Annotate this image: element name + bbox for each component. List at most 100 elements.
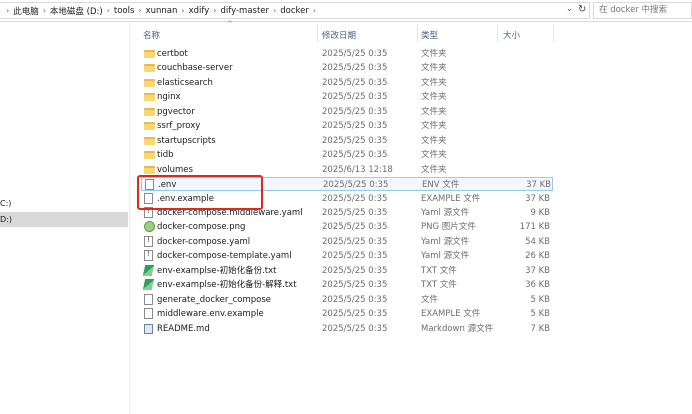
folder-icon	[144, 151, 155, 160]
address-bar: › 此电脑 › 本地磁盘 (D:) › tools › xunnan › xdi…	[0, 0, 692, 22]
file-type: ENV 文件	[422, 180, 460, 191]
file-size: 37 KB	[526, 180, 551, 191]
file-type: 文件夹	[421, 49, 447, 59]
nav-item-drive-d[interactable]: D:)	[0, 212, 128, 227]
markdown-file-icon	[144, 323, 153, 334]
file-name: elasticsearch	[157, 77, 213, 88]
file-type: TXT 文件	[421, 280, 457, 291]
column-date[interactable]: 修改日期	[322, 29, 356, 41]
breadcrumb-item[interactable]: 本地磁盘 (D:)	[50, 5, 103, 17]
breadcrumb-item[interactable]: xunnan	[146, 6, 178, 16]
folder-icon	[144, 165, 155, 174]
breadcrumb[interactable]: › 此电脑 › 本地磁盘 (D:) › tools › xunnan › xdi…	[0, 2, 590, 19]
file-type: 文件夹	[421, 77, 447, 88]
highlight-annotation	[137, 175, 263, 210]
file-date: 2025/5/25 0:35	[323, 180, 389, 191]
file-row[interactable]: elasticsearch 2025/5/25 0:35 文件夹	[141, 76, 553, 90]
chevron-right-icon[interactable]: ›	[43, 6, 46, 15]
file-size: 36 KB	[525, 280, 550, 291]
file-name: env-examplse-初始化备份.txt	[157, 265, 277, 276]
file-row[interactable]: middleware.env.example 2025/5/25 0:35 EXAM…	[141, 307, 553, 321]
history-dropdown-icon[interactable]: ⌄	[566, 4, 573, 13]
file-date: 2025/5/25 0:35	[322, 121, 388, 132]
file-row[interactable]: docker-compose.png 2025/5/25 0:35 PNG 图片文件…	[141, 220, 553, 234]
file-date: 2025/5/25 0:35	[322, 77, 388, 88]
file-row[interactable]: startupscripts 2025/5/25 0:35 文件夹	[141, 134, 553, 148]
folder-icon	[144, 64, 155, 73]
refresh-icon[interactable]: ↻	[578, 3, 590, 17]
file-name: couchbase-server	[157, 63, 233, 74]
file-row[interactable]: pgvector 2025/5/25 0:35 文件夹	[141, 105, 553, 119]
file-size: 5 KB	[530, 294, 550, 305]
navigation-pane: C:) D:)	[0, 22, 130, 414]
file-row[interactable]: certbot 2025/5/25 0:35 文件夹	[141, 47, 553, 61]
column-divider[interactable]	[417, 24, 418, 42]
file-date: 2025/5/25 0:35	[322, 294, 388, 305]
file-name: docker-compose.png	[157, 222, 246, 233]
breadcrumb-item[interactable]: docker	[280, 6, 309, 16]
chevron-right-icon[interactable]: ›	[107, 6, 110, 15]
file-icon	[144, 293, 153, 305]
txt-file-icon	[142, 279, 155, 291]
file-type: 文件夹	[421, 135, 447, 146]
file-type: 文件夹	[421, 63, 447, 74]
file-type: 文件夹	[421, 164, 447, 175]
folder-icon	[144, 50, 155, 58]
file-name: ssrf_proxy	[157, 121, 201, 132]
chevron-left-icon[interactable]: ›	[6, 6, 9, 15]
chevron-right-icon[interactable]: ›	[181, 6, 184, 15]
file-date: 2025/5/25 0:35	[322, 207, 388, 218]
file-row[interactable]: couchbase-server 2025/5/25 0:35 文件夹	[141, 61, 553, 75]
file-size: 37 KB	[525, 193, 550, 204]
file-date: 2025/5/25 0:35	[322, 236, 388, 247]
breadcrumb-item[interactable]: xdify	[189, 6, 210, 16]
file-name: README.md	[157, 323, 210, 334]
file-row[interactable]: env-examplse-初始化备份.txt 2025/5/25 0:35 TXT …	[141, 264, 553, 278]
file-date: 2025/5/25 0:35	[322, 222, 388, 233]
file-date: 2025/5/25 0:35	[322, 106, 388, 117]
file-date: 2025/5/25 0:35	[322, 323, 388, 334]
column-size[interactable]: 大小	[503, 29, 520, 41]
file-type: 文件夹	[421, 150, 447, 161]
chevron-right-icon[interactable]: ›	[273, 6, 276, 15]
file-date: 2025/6/13 12:18	[322, 164, 393, 175]
folder-icon	[144, 122, 155, 131]
search-input[interactable]: 在 docker 中搜索	[593, 2, 692, 19]
breadcrumb-item[interactable]: tools	[114, 6, 135, 16]
chevron-right-icon[interactable]: ›	[213, 6, 216, 15]
column-name[interactable]: 名称	[143, 29, 160, 41]
file-row[interactable]: README.md 2025/5/25 0:35 Markdown 源文件 7 KB	[141, 322, 553, 336]
breadcrumb-item[interactable]: 此电脑	[13, 5, 39, 17]
chevron-right-icon[interactable]: ›	[138, 6, 141, 15]
column-type[interactable]: 类型	[421, 29, 438, 41]
file-name: nginx	[157, 92, 181, 103]
file-row[interactable]: tidb 2025/5/25 0:35 文件夹	[141, 148, 553, 162]
file-icon	[144, 308, 153, 320]
file-type: PNG 图片文件	[421, 222, 476, 233]
column-divider[interactable]	[317, 24, 318, 42]
file-name: docker-compose-template.yaml	[157, 251, 292, 262]
txt-file-icon	[142, 264, 155, 276]
file-size: 7 KB	[530, 323, 550, 334]
file-type: Yaml 源文件	[421, 207, 470, 218]
file-name: pgvector	[157, 106, 195, 117]
file-size: 9 KB	[530, 207, 550, 218]
file-date: 2025/5/25 0:35	[322, 265, 388, 276]
file-type: Yaml 源文件	[421, 236, 470, 247]
file-type: Yaml 源文件	[421, 251, 470, 262]
chevron-right-icon[interactable]: ›	[313, 6, 316, 15]
file-row[interactable]: env-examplse-初始化备份-解释.txt 2025/5/25 0:35 T…	[141, 278, 553, 292]
file-name: tidb	[157, 150, 174, 161]
file-date: 2025/5/25 0:35	[322, 92, 388, 103]
file-row[interactable]: docker-compose-template.yaml 2025/5/25 0:…	[141, 247, 553, 263]
column-divider[interactable]	[497, 24, 498, 42]
breadcrumb-item[interactable]: dify-master	[220, 6, 269, 16]
column-divider[interactable]	[553, 24, 554, 42]
folder-icon	[144, 78, 155, 87]
file-row[interactable]: generate_docker_compose 2025/5/25 0:35 文件 5…	[141, 293, 553, 307]
file-row[interactable]: docker-compose.yaml 2025/5/25 0:35 Yaml 源文…	[141, 233, 553, 249]
file-row[interactable]: ssrf_proxy 2025/5/25 0:35 文件夹	[141, 119, 553, 133]
file-row[interactable]: nginx 2025/5/25 0:35 文件夹	[141, 90, 553, 104]
nav-item-drive-c[interactable]: C:)	[0, 196, 128, 211]
file-name: startupscripts	[157, 135, 216, 146]
